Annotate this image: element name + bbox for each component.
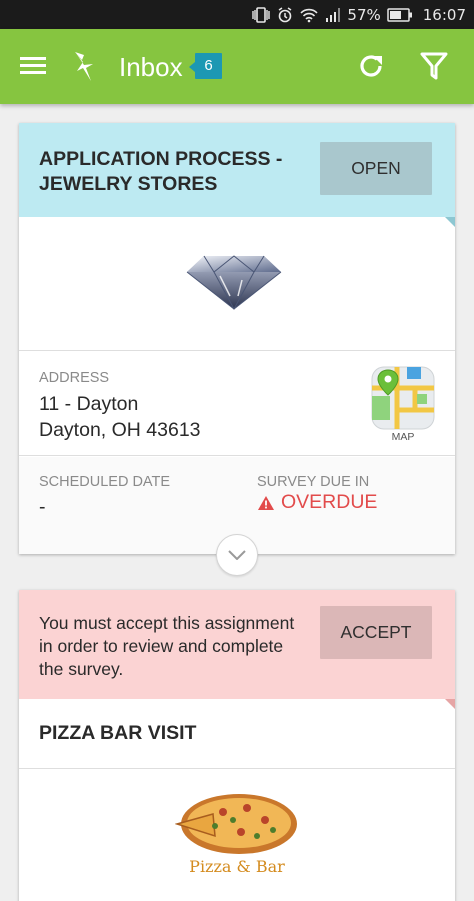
address-section: ADDRESS 11 - Dayton Dayton, OH 43613 MAP (19, 352, 455, 456)
address-label: ADDRESS (39, 370, 110, 386)
overdue-text: OVERDUE (281, 491, 378, 513)
scheduled-date-label: SCHEDULED DATE (39, 474, 171, 490)
inbox-count-badge: 6 (189, 53, 222, 79)
card-title-row: PIZZA BAR VISIT (19, 699, 455, 769)
assignment-card[interactable]: You must accept this assignment in order… (19, 590, 455, 901)
card-image-area (19, 217, 455, 351)
assignment-card[interactable]: APPLICATION PROCESS - JEWELRY STORES OPE… (19, 123, 455, 554)
card-header: You must accept this assignment in order… (19, 590, 455, 709)
accept-button[interactable]: ACCEPT (320, 606, 432, 659)
expand-chevron-button[interactable] (216, 534, 258, 576)
card-title: PIZZA BAR VISIT (39, 722, 197, 744)
vibrate-icon (251, 6, 271, 23)
map-label: MAP (391, 431, 415, 443)
open-button[interactable]: OPEN (320, 142, 432, 195)
clock: 16:07 (422, 5, 466, 24)
chevron-down-icon (228, 550, 246, 560)
address-line-1: 11 - Dayton (39, 393, 139, 415)
filter-icon[interactable] (420, 51, 448, 81)
warning-icon (258, 495, 274, 510)
card-header: APPLICATION PROCESS - JEWELRY STORES OPE… (19, 123, 455, 227)
card-title: APPLICATION PROCESS - JEWELRY STORES (39, 148, 283, 195)
status-bar: 57% 16:07 (0, 0, 474, 29)
diamond-icon (186, 254, 282, 311)
refresh-icon[interactable] (356, 51, 386, 81)
scheduled-date-value: - (39, 496, 46, 518)
battery-percent: 57% (347, 5, 381, 24)
battery-icon (387, 7, 413, 22)
wifi-icon (299, 7, 319, 23)
menu-icon[interactable] (19, 53, 47, 79)
app-logo-icon (72, 51, 98, 83)
survey-due-status: OVERDUE (257, 491, 377, 514)
page-title: Inbox (119, 52, 183, 82)
signal-icon (325, 7, 341, 23)
pizza-logo-text: Pizza & Bar (189, 857, 285, 876)
alarm-icon (277, 6, 293, 23)
accept-message: You must accept this assignment in order… (39, 613, 295, 679)
survey-due-label: SURVEY DUE IN (257, 474, 370, 490)
map-icon[interactable] (371, 366, 435, 430)
address-line-2: Dayton, OH 43613 (39, 419, 201, 441)
app-bar: Inbox 6 (0, 29, 474, 104)
